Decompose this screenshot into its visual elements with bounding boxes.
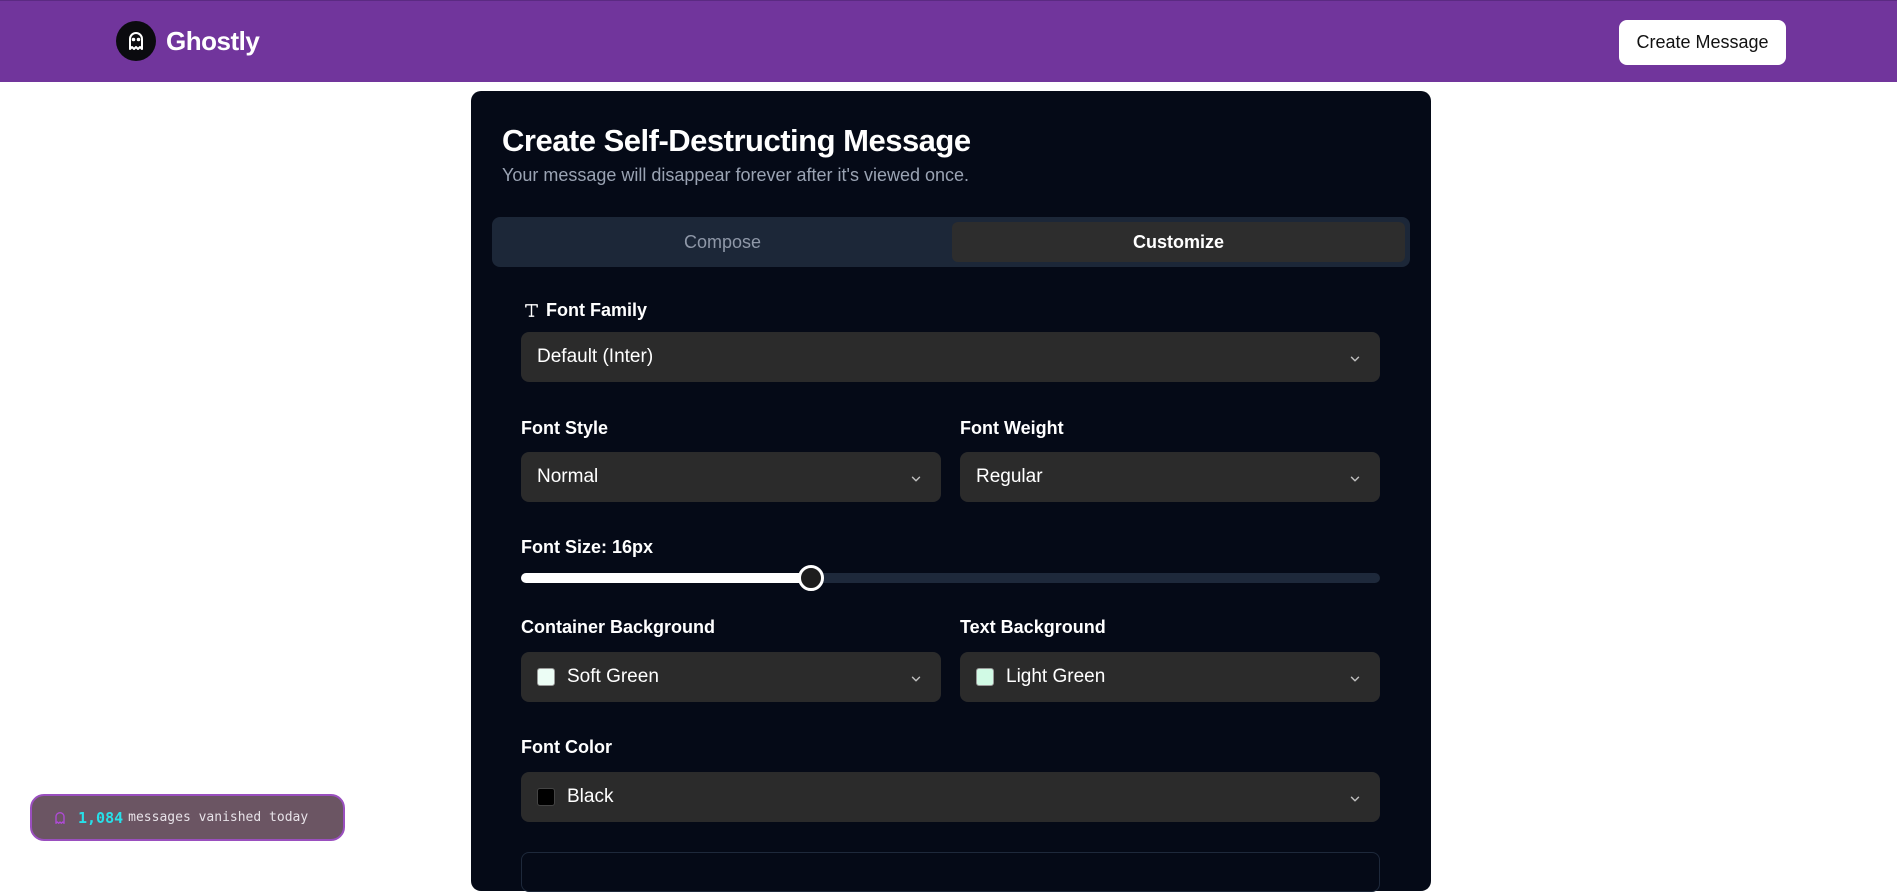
- chevron-down-icon: [1348, 470, 1362, 492]
- page-subtitle: Your message will disappear forever afte…: [502, 165, 970, 185]
- color-swatch: [537, 668, 555, 686]
- font-family-value: Default (Inter): [537, 346, 654, 367]
- font-weight-label: Font Weight: [960, 418, 1064, 438]
- vanished-text: messages vanished today: [128, 810, 309, 825]
- font-family-label-text: Font Family: [546, 300, 648, 320]
- ghost-logo-icon: [116, 21, 156, 61]
- font-weight-select[interactable]: Regular: [960, 452, 1380, 502]
- brand-name: Ghostly: [166, 25, 260, 56]
- tab-customize[interactable]: Customize: [952, 222, 1405, 262]
- create-message-button[interactable]: Create Message: [1619, 20, 1786, 65]
- font-weight-value: Regular: [976, 466, 1043, 487]
- font-color-select[interactable]: Black: [521, 772, 1380, 822]
- text-background-label: Text Background: [960, 617, 1106, 637]
- type-icon: [523, 302, 540, 319]
- font-family-select[interactable]: Default (Inter): [521, 332, 1380, 382]
- preview-box: [521, 852, 1380, 892]
- chevron-down-icon: [909, 470, 923, 492]
- font-size-slider[interactable]: [521, 565, 1380, 591]
- font-style-label: Font Style: [521, 418, 609, 438]
- chevron-down-icon: [1348, 670, 1362, 692]
- chevron-down-icon: [1348, 790, 1362, 812]
- font-style-select[interactable]: Normal: [521, 452, 941, 502]
- color-swatch: [537, 788, 555, 806]
- vanished-count: 1,084: [78, 808, 124, 827]
- vanished-counter-toast: 1,084 messages vanished today: [30, 794, 345, 841]
- tab-compose[interactable]: Compose: [497, 222, 948, 262]
- container-background-label: Container Background: [521, 617, 716, 637]
- text-background-select[interactable]: Light Green: [960, 652, 1380, 702]
- chevron-down-icon: [909, 670, 923, 692]
- font-style-value: Normal: [537, 466, 599, 487]
- ghost-icon: [52, 810, 68, 826]
- text-background-value: Light Green: [1006, 666, 1106, 687]
- slider-thumb[interactable]: [798, 565, 825, 591]
- chevron-down-icon: [1348, 350, 1362, 372]
- page-title: Create Self-Destructing Message: [502, 123, 971, 158]
- navbar: Ghostly Create Message: [0, 0, 1897, 82]
- font-color-value: Black: [567, 786, 614, 807]
- font-color-label: Font Color: [521, 737, 612, 757]
- font-size-label: Font Size: 16px: [521, 537, 654, 557]
- container-background-select[interactable]: Soft Green: [521, 652, 941, 702]
- container-background-value: Soft Green: [567, 666, 659, 687]
- tab-bar: Compose Customize: [492, 217, 1410, 267]
- font-family-label: Font Family: [523, 300, 647, 321]
- create-message-card: Create Self-Destructing Message Your mes…: [471, 91, 1431, 892]
- color-swatch: [976, 668, 994, 686]
- brand[interactable]: Ghostly: [116, 21, 260, 61]
- slider-fill: [521, 573, 812, 583]
